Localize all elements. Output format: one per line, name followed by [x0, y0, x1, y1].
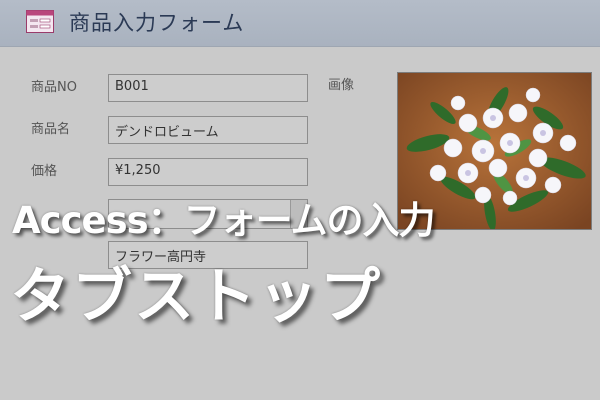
price-field[interactable]: ¥1,250	[108, 158, 308, 186]
product-no-field[interactable]: B001	[108, 74, 308, 102]
product-name-field[interactable]: デンドロビューム	[108, 116, 308, 144]
access-form-window: 商品入力フォーム 商品NO 商品名 価格 B001 デンドロビューム ¥1,25…	[0, 0, 600, 400]
form-title-bar: 商品入力フォーム	[0, 0, 600, 47]
form-icon	[26, 10, 54, 33]
overlay-heading: Access：フォームの入力	[12, 199, 436, 242]
label-price: 価格	[31, 164, 58, 179]
form-title: 商品入力フォーム	[69, 11, 245, 35]
label-product-name: 商品名	[31, 122, 71, 137]
label-image: 画像	[328, 78, 355, 93]
label-product-no: 商品NO	[31, 80, 77, 95]
overlay-subheading: タブストップ	[10, 262, 382, 332]
